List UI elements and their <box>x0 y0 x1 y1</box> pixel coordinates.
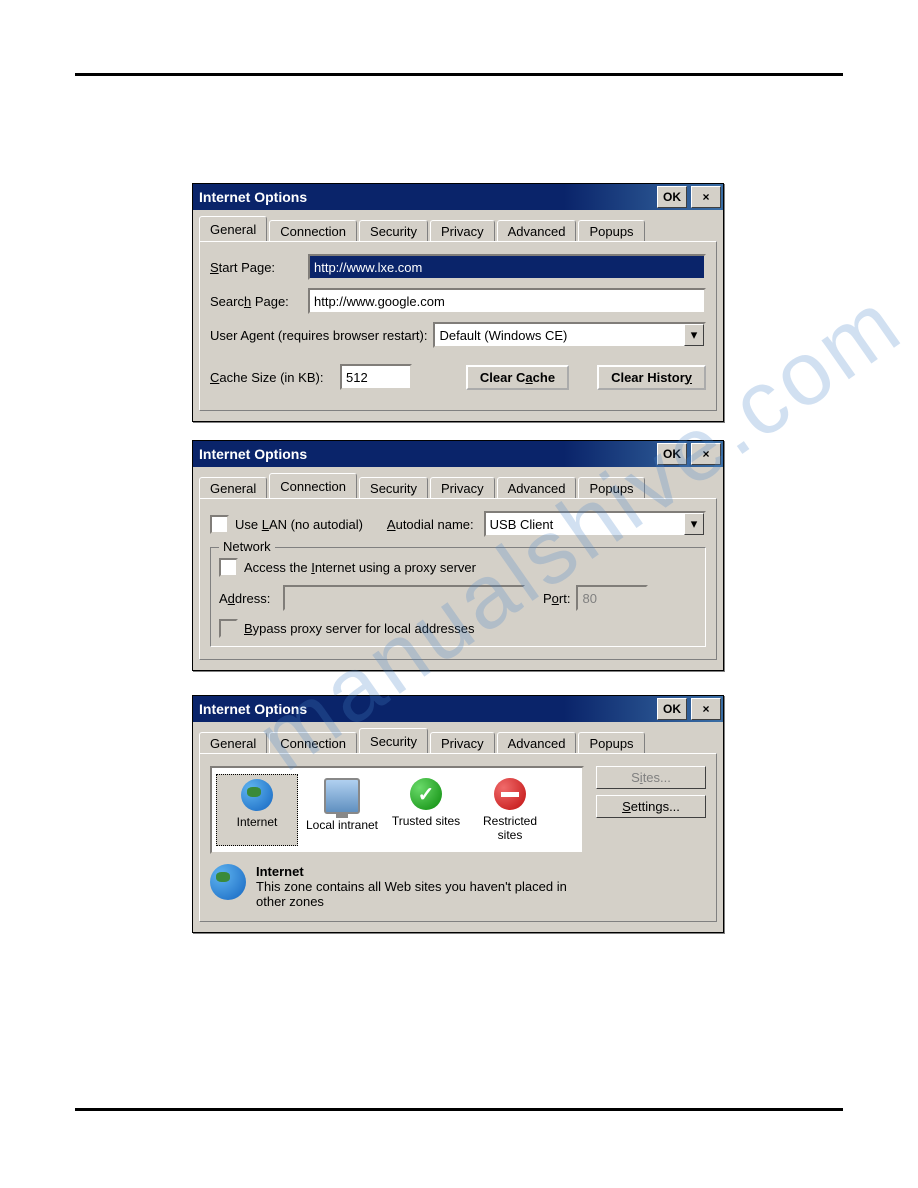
tab-row: General Connection Security Privacy Adva… <box>193 210 723 241</box>
globe-icon <box>241 779 273 811</box>
zone-label: Restricted sites <box>470 814 550 842</box>
ok-button[interactable]: OK <box>657 698 687 720</box>
zone-internet[interactable]: Internet <box>216 774 298 846</box>
zone-trusted-sites[interactable]: ✓ Trusted sites <box>386 774 466 846</box>
port-label: Port: <box>543 591 570 606</box>
zone-label: Trusted sites <box>392 814 460 828</box>
tab-popups[interactable]: Popups <box>578 220 644 242</box>
tab-privacy[interactable]: Privacy <box>430 477 495 499</box>
close-button[interactable]: × <box>691 698 721 720</box>
tab-privacy[interactable]: Privacy <box>430 220 495 242</box>
stop-icon <box>494 778 526 810</box>
zone-desc-text: This zone contains all Web sites you hav… <box>256 879 576 909</box>
connection-panel: Use LAN (no autodial) Autodial name: USB… <box>199 498 717 660</box>
zone-desc-title: Internet <box>256 864 576 879</box>
title-text: Internet Options <box>199 701 307 717</box>
tab-connection[interactable]: Connection <box>269 220 357 242</box>
proxy-checkbox[interactable] <box>219 558 238 577</box>
zone-restricted-sites[interactable]: Restricted sites <box>470 774 550 846</box>
zone-description: Internet This zone contains all Web site… <box>210 864 706 909</box>
close-button[interactable]: × <box>691 443 721 465</box>
internet-options-connection-dialog: Internet Options OK × General Connection… <box>192 440 724 671</box>
tab-popups[interactable]: Popups <box>578 732 644 754</box>
tab-popups[interactable]: Popups <box>578 477 644 499</box>
page-rule-bottom <box>75 1108 843 1111</box>
tab-row: General Connection Security Privacy Adva… <box>193 467 723 498</box>
search-page-input[interactable]: http://www.google.com <box>308 288 706 314</box>
ok-button[interactable]: OK <box>657 443 687 465</box>
autodial-select[interactable]: USB Client ▾ <box>484 511 706 537</box>
bypass-label: Bypass proxy server for local addresses <box>244 621 474 636</box>
monitor-icon <box>324 778 360 814</box>
ok-button[interactable]: OK <box>657 186 687 208</box>
globe-icon <box>210 864 246 900</box>
cache-size-label: Cache Size (in KB): <box>210 370 340 385</box>
titlebar[interactable]: Internet Options OK × <box>193 184 723 210</box>
title-text: Internet Options <box>199 446 307 462</box>
network-groupbox: Network Access the Internet using a prox… <box>210 547 706 647</box>
tab-security[interactable]: Security <box>359 477 428 499</box>
tab-row: General Connection Security Privacy Adva… <box>193 722 723 753</box>
titlebar[interactable]: Internet Options OK × <box>193 696 723 722</box>
tab-privacy[interactable]: Privacy <box>430 732 495 754</box>
security-panel: Internet Local intranet ✓ Trusted sites … <box>199 753 717 922</box>
tab-general[interactable]: General <box>199 477 267 499</box>
use-lan-label: Use LAN (no autodial) <box>235 517 363 532</box>
user-agent-label: User Agent (requires browser restart): <box>210 328 427 343</box>
internet-options-security-dialog: Internet Options OK × General Connection… <box>192 695 724 933</box>
tab-connection[interactable]: Connection <box>269 473 357 498</box>
tab-connection[interactable]: Connection <box>269 732 357 754</box>
search-page-label: Search Page: <box>210 294 308 309</box>
tab-advanced[interactable]: Advanced <box>497 477 577 499</box>
tab-security[interactable]: Security <box>359 220 428 242</box>
clear-history-button[interactable]: Clear History <box>597 365 706 390</box>
settings-button[interactable]: Settings... <box>596 795 706 818</box>
tab-general[interactable]: General <box>199 216 267 241</box>
zone-label: Local intranet <box>306 818 378 832</box>
user-agent-select[interactable]: Default (Windows CE) ▾ <box>433 322 706 348</box>
tab-advanced[interactable]: Advanced <box>497 220 577 242</box>
chevron-down-icon[interactable]: ▾ <box>684 513 704 535</box>
zones-list: Internet Local intranet ✓ Trusted sites … <box>210 766 584 854</box>
page-rule-top <box>75 73 843 76</box>
bypass-checkbox <box>219 619 238 638</box>
internet-options-general-dialog: Internet Options OK × General Connection… <box>192 183 724 422</box>
use-lan-checkbox[interactable] <box>210 515 229 534</box>
check-icon: ✓ <box>410 778 442 810</box>
clear-cache-button[interactable]: Clear Cache <box>466 365 569 390</box>
autodial-value: USB Client <box>490 517 554 532</box>
zone-local-intranet[interactable]: Local intranet <box>302 774 382 846</box>
network-legend: Network <box>219 539 275 554</box>
tab-general[interactable]: General <box>199 732 267 754</box>
tab-advanced[interactable]: Advanced <box>497 732 577 754</box>
proxy-label: Access the Internet using a proxy server <box>244 560 476 575</box>
cache-size-input[interactable]: 512 <box>340 364 412 390</box>
address-input[interactable] <box>283 585 525 611</box>
tab-security[interactable]: Security <box>359 728 428 753</box>
address-label: Address: <box>219 591 283 606</box>
sites-button[interactable]: Sites... <box>596 766 706 789</box>
title-text: Internet Options <box>199 189 307 205</box>
general-panel: Start Page: http://www.lxe.com Search Pa… <box>199 241 717 411</box>
close-button[interactable]: × <box>691 186 721 208</box>
autodial-label: Autodial name: <box>387 517 474 532</box>
start-page-label: Start Page: <box>210 260 308 275</box>
titlebar[interactable]: Internet Options OK × <box>193 441 723 467</box>
chevron-down-icon[interactable]: ▾ <box>684 324 704 346</box>
start-page-input[interactable]: http://www.lxe.com <box>308 254 706 280</box>
zone-label: Internet <box>237 815 278 829</box>
user-agent-value: Default (Windows CE) <box>439 328 567 343</box>
port-input[interactable]: 80 <box>576 585 648 611</box>
